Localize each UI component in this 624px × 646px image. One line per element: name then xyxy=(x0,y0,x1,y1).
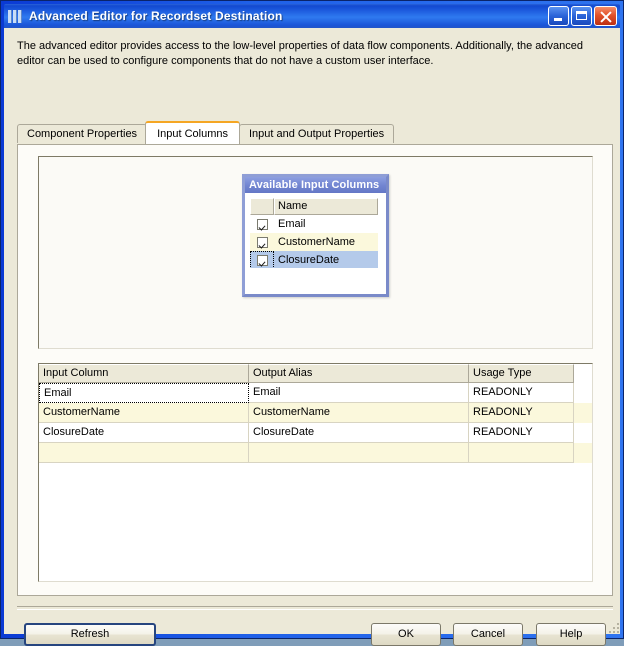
window-title: Advanced Editor for Recordset Destinatio… xyxy=(29,9,283,23)
row-name[interactable]: CustomerName xyxy=(274,236,378,248)
maximize-icon xyxy=(576,11,587,20)
maximize-button[interactable] xyxy=(571,6,592,26)
window-client-area: The advanced editor provides access to t… xyxy=(4,28,620,646)
cell-output-alias[interactable] xyxy=(249,443,469,463)
refresh-button[interactable]: Refresh xyxy=(24,623,156,646)
minimize-icon xyxy=(554,18,562,21)
cell-usage-type[interactable] xyxy=(469,443,574,463)
tab-component-properties[interactable]: Component Properties xyxy=(17,124,148,143)
ok-button[interactable]: OK xyxy=(371,623,441,646)
row-checkbox-cell[interactable] xyxy=(250,233,274,251)
cell-usage-type[interactable]: READONLY xyxy=(469,383,574,403)
cell-usage-type[interactable]: READONLY xyxy=(469,403,574,423)
help-button[interactable]: Help xyxy=(536,623,606,646)
available-input-columns-title: Available Input Columns xyxy=(245,177,386,193)
cell-input-column[interactable] xyxy=(39,443,249,463)
table-row[interactable]: Email Email READONLY xyxy=(39,383,592,403)
header-output-alias[interactable]: Output Alias xyxy=(249,364,469,383)
available-input-columns-panel[interactable]: Available Input Columns Name Email Custo… xyxy=(242,174,389,297)
cell-output-alias[interactable]: Email xyxy=(249,383,469,403)
header-input-column[interactable]: Input Column xyxy=(39,364,249,383)
description-text: The advanced editor provides access to t… xyxy=(17,40,584,67)
checkbox-checked-icon[interactable] xyxy=(256,254,268,266)
table-row[interactable]: ClosureDate ClosureDate READONLY xyxy=(39,423,592,443)
table-row[interactable]: CustomerName CustomerName READONLY xyxy=(39,403,592,423)
available-grid-empty-area xyxy=(249,268,379,291)
cell-usage-type[interactable]: READONLY xyxy=(469,423,574,443)
advanced-editor-window: Advanced Editor for Recordset Destinatio… xyxy=(0,0,624,646)
input-columns-grid[interactable]: Input Column Output Alias Usage Type Ema… xyxy=(38,363,593,582)
row-checkbox-cell[interactable] xyxy=(250,251,274,269)
row-name[interactable]: ClosureDate xyxy=(274,254,378,266)
table-row-empty[interactable] xyxy=(39,443,592,463)
minimize-button[interactable] xyxy=(548,6,569,26)
available-grid-header: Name xyxy=(250,198,378,215)
list-item[interactable]: CustomerName xyxy=(250,233,378,251)
tab-input-and-output-properties[interactable]: Input and Output Properties xyxy=(239,124,395,143)
cell-input-column[interactable]: Email xyxy=(39,383,249,403)
available-input-columns-grid[interactable]: Name Email CustomerName ClosureDate xyxy=(249,197,379,270)
row-name[interactable]: Email xyxy=(274,218,378,230)
resize-grip[interactable] xyxy=(606,620,619,633)
window-titlebar[interactable]: Advanced Editor for Recordset Destinatio… xyxy=(4,4,620,28)
checkbox-checked-icon[interactable] xyxy=(256,218,268,230)
close-button[interactable] xyxy=(594,6,617,26)
app-bars-icon xyxy=(8,9,24,24)
footer-separator xyxy=(17,606,613,610)
list-item[interactable]: Email xyxy=(250,215,378,233)
window-controls xyxy=(548,6,617,26)
cancel-button[interactable]: Cancel xyxy=(453,623,523,646)
row-checkbox-cell[interactable] xyxy=(250,215,274,233)
checkbox-checked-icon[interactable] xyxy=(256,236,268,248)
header-checkbox-column[interactable] xyxy=(250,198,274,215)
cell-output-alias[interactable]: ClosureDate xyxy=(249,423,469,443)
header-name-column[interactable]: Name xyxy=(274,198,378,215)
cell-output-alias[interactable]: CustomerName xyxy=(249,403,469,423)
tab-input-columns[interactable]: Input Columns xyxy=(145,121,240,144)
header-usage-type[interactable]: Usage Type xyxy=(469,364,574,383)
cell-input-column[interactable]: ClosureDate xyxy=(39,423,249,443)
list-item-selected[interactable]: ClosureDate xyxy=(250,251,378,269)
grid-header-row: Input Column Output Alias Usage Type xyxy=(39,364,592,383)
tab-strip: Component Properties Input Columns Input… xyxy=(17,121,395,144)
cell-input-column[interactable]: CustomerName xyxy=(39,403,249,423)
